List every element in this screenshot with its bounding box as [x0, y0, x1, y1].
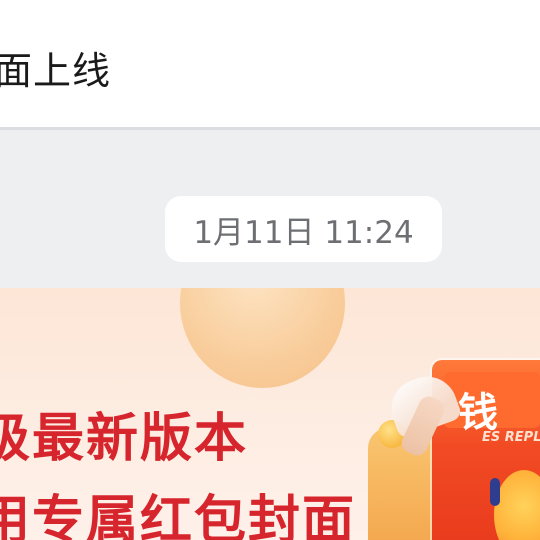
message-header: 面上线	[0, 0, 540, 130]
message-timestamp: 1月11日 11:24	[165, 196, 442, 262]
cover-tag-text: ES REPL	[482, 430, 540, 445]
cover-ornament	[494, 470, 540, 540]
cover-figure-icon	[490, 478, 500, 506]
promo-banner-card[interactable]: 级最新版本 用专属红包封面 钱 ES REPL	[0, 288, 540, 540]
chat-area: 1月11日 11:24	[0, 130, 540, 290]
message-title: 面上线	[0, 49, 112, 93]
chat-screen: 面上线 1月11日 11:24 级最新版本 用专属红包封面 钱 ES REPL	[0, 0, 540, 540]
banner-decoration-blob	[180, 288, 345, 388]
banner-headline-line2: 用专属红包封面	[0, 491, 357, 540]
banner-headline-line1: 级最新版本	[0, 409, 249, 469]
